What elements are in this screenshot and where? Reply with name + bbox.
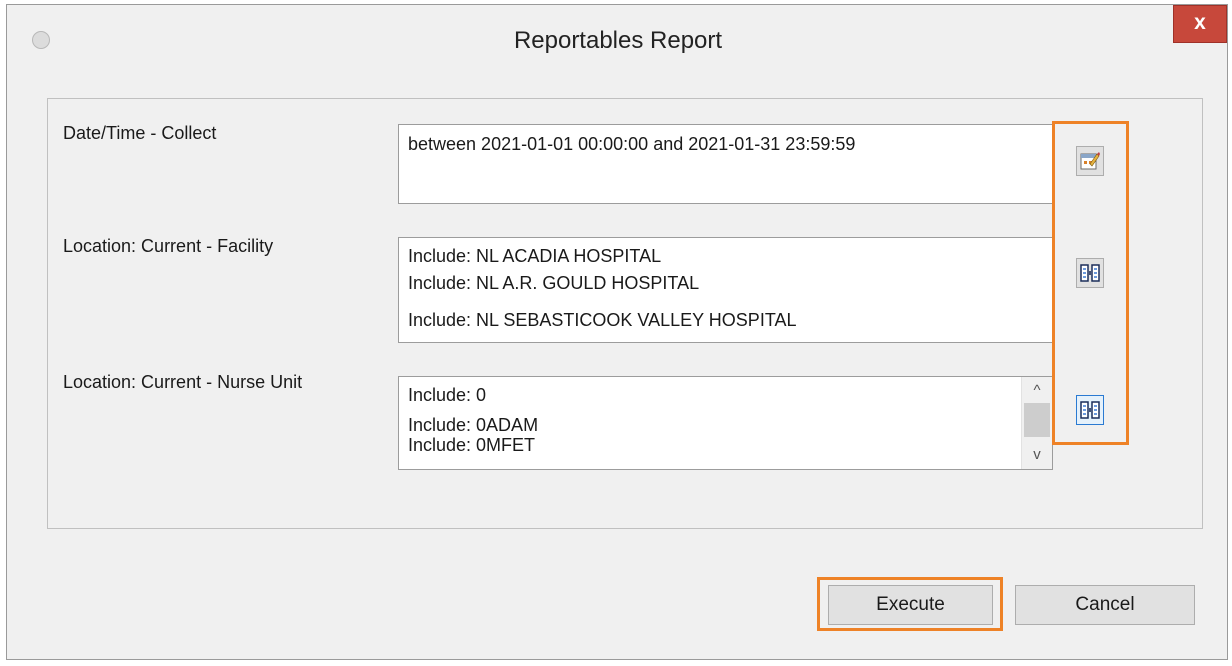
scroll-down-icon[interactable]: v — [1022, 443, 1052, 467]
facility-item: Include: NL A.R. GOULD HOSPITAL — [408, 273, 700, 293]
nurse-unit-field[interactable]: Include: 0 Include: 0ADAM Include: 0MFET… — [398, 376, 1053, 470]
close-button[interactable]: x — [1173, 5, 1227, 43]
nurse-unit-item: Include: 0MFET — [408, 435, 536, 455]
nurse-unit-select-button[interactable] — [1076, 395, 1104, 425]
title-bar: Reportables Report x — [7, 5, 1227, 81]
cancel-button[interactable]: Cancel — [1015, 585, 1195, 625]
reportables-report-dialog: Reportables Report x Date/Time - Collect… — [6, 4, 1228, 660]
nurse-unit-item: Include: 0ADAM — [408, 415, 539, 435]
prompt-panel: Date/Time - Collect between 2021-01-01 0… — [47, 98, 1203, 529]
facility-label: Location: Current - Facility — [63, 236, 274, 256]
list-select-icon — [1080, 401, 1100, 419]
date-time-picker-button[interactable] — [1076, 146, 1104, 176]
list-select-icon — [1080, 264, 1100, 282]
date-range-value: between 2021-01-01 00:00:00 and 2021-01-… — [408, 134, 856, 154]
date-time-collect-field[interactable]: between 2021-01-01 00:00:00 and 2021-01-… — [398, 124, 1053, 204]
dialog-title: Reportables Report — [513, 27, 723, 54]
nurse-unit-scrollbar[interactable]: ^ v — [1021, 377, 1052, 469]
facility-item: Include: NL ACADIA HOSPITAL — [408, 246, 662, 266]
nurse-unit-item: Include: 0 — [408, 385, 487, 405]
facility-field[interactable]: Include: NL ACADIA HOSPITAL Include: NL … — [398, 237, 1053, 343]
facility-item: Include: NL SEBASTICOOK VALLEY HOSPITAL — [408, 310, 797, 330]
scroll-up-icon[interactable]: ^ — [1022, 379, 1052, 403]
facility-select-button[interactable] — [1076, 258, 1104, 288]
date-time-collect-label: Date/Time - Collect — [63, 123, 217, 143]
calendar-edit-icon — [1080, 152, 1100, 170]
scroll-thumb[interactable] — [1024, 403, 1050, 437]
nurse-unit-label: Location: Current - Nurse Unit — [63, 372, 303, 392]
execute-button[interactable]: Execute — [828, 585, 993, 625]
